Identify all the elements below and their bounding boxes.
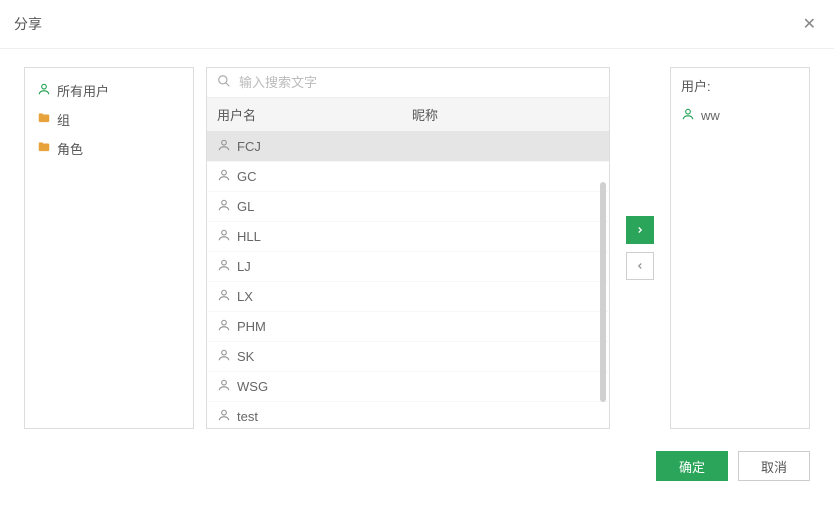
selected-item[interactable]: ww	[679, 103, 801, 128]
nickname-cell	[402, 252, 609, 281]
table-row[interactable]: FCJ	[207, 132, 609, 162]
username-cell: SK	[237, 349, 254, 364]
username-cell: GC	[237, 169, 257, 184]
remove-button[interactable]	[626, 252, 654, 280]
username-cell: FCJ	[237, 139, 261, 154]
sidebar-item-label: 角色	[57, 139, 83, 158]
username-cell: PHM	[237, 319, 266, 334]
table-row[interactable]: SK	[207, 342, 609, 372]
username-cell: GL	[237, 199, 254, 214]
selected-panel-title: 用户:	[679, 76, 801, 103]
user-icon	[217, 318, 231, 335]
table-row[interactable]: WSG	[207, 372, 609, 402]
user-icon	[217, 198, 231, 215]
username-cell: test	[237, 409, 258, 424]
category-panel: 所有用户组角色	[24, 67, 194, 429]
selected-item-label: ww	[701, 108, 720, 123]
folder-icon	[37, 111, 51, 128]
nickname-cell	[402, 372, 609, 401]
sidebar-item-0[interactable]: 所有用户	[31, 76, 187, 105]
dialog-title: 分享	[14, 14, 42, 34]
user-icon	[217, 378, 231, 395]
sidebar-item-2[interactable]: 角色	[31, 134, 187, 163]
nickname-cell	[402, 162, 609, 191]
ok-button[interactable]: 确定	[656, 451, 728, 481]
search-input[interactable]	[239, 75, 599, 90]
nickname-cell	[402, 342, 609, 371]
table-row[interactable]: LX	[207, 282, 609, 312]
column-header-username: 用户名	[207, 98, 402, 131]
close-icon[interactable]: ✕	[799, 10, 820, 38]
user-icon	[217, 408, 231, 425]
nickname-cell	[402, 222, 609, 251]
nickname-cell	[402, 282, 609, 311]
user-icon	[37, 82, 51, 99]
sidebar-item-1[interactable]: 组	[31, 105, 187, 134]
selected-panel: 用户: ww	[670, 67, 810, 429]
nickname-cell	[402, 402, 609, 428]
search-icon	[217, 74, 231, 91]
username-cell: LX	[237, 289, 253, 304]
user-icon	[217, 168, 231, 185]
username-cell: LJ	[237, 259, 251, 274]
folder-icon	[37, 140, 51, 157]
user-icon	[217, 258, 231, 275]
sidebar-item-label: 组	[57, 110, 70, 129]
table-row[interactable]: test	[207, 402, 609, 428]
user-list-panel: 用户名 昵称 FCJGCGLHLLLJLXPHMSKWSGtestwwHH	[206, 67, 610, 429]
nickname-cell	[402, 132, 609, 161]
table-row[interactable]: GC	[207, 162, 609, 192]
table-row[interactable]: PHM	[207, 312, 609, 342]
column-header-nickname: 昵称	[402, 98, 609, 131]
table-row[interactable]: HLL	[207, 222, 609, 252]
user-icon	[217, 228, 231, 245]
user-icon	[681, 107, 695, 124]
user-icon	[217, 138, 231, 155]
user-icon	[217, 348, 231, 365]
table-row[interactable]: LJ	[207, 252, 609, 282]
username-cell: WSG	[237, 379, 268, 394]
sidebar-item-label: 所有用户	[57, 81, 109, 100]
nickname-cell	[402, 192, 609, 221]
nickname-cell	[402, 312, 609, 341]
table-row[interactable]: GL	[207, 192, 609, 222]
scrollbar-thumb[interactable]	[600, 182, 606, 402]
user-icon	[217, 288, 231, 305]
username-cell: HLL	[237, 229, 261, 244]
cancel-button[interactable]: 取消	[738, 451, 810, 481]
add-button[interactable]	[626, 216, 654, 244]
